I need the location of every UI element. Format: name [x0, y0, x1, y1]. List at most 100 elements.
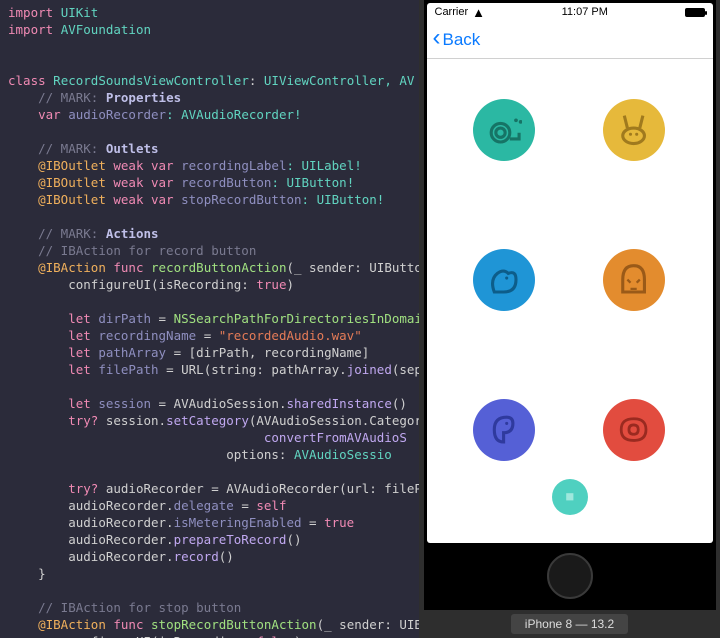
keyword: weak var — [113, 192, 173, 207]
snail-icon — [485, 111, 522, 148]
wifi-icon: ▲︎ — [472, 5, 485, 20]
brace: } — [38, 566, 46, 581]
property: isMeteringEnabled — [174, 515, 302, 530]
method: record — [174, 549, 219, 564]
keyword: let — [68, 311, 91, 326]
text: audioRecorder. — [68, 515, 173, 530]
text: audioRecorder = AVAudioRecorder(url: fil… — [98, 481, 419, 496]
keyword: try? — [68, 481, 98, 496]
keyword: let — [68, 345, 91, 360]
type: : UIButton! — [302, 192, 385, 207]
keyword: import — [8, 22, 53, 37]
keyword: let — [68, 362, 91, 377]
bool-literal: true — [256, 277, 286, 292]
effect-button-vader[interactable] — [603, 249, 665, 311]
method: convertFromAVAudioS — [264, 430, 407, 445]
type: : AVAudioRecorder! — [166, 107, 301, 122]
type: : UILabel! — [286, 158, 361, 173]
text: session. — [98, 413, 166, 428]
echo-icon — [615, 411, 652, 448]
keyword: weak var — [113, 175, 173, 190]
function-name: stopRecordButtonAction — [151, 617, 317, 632]
method: sharedInstance — [286, 396, 391, 411]
code-text: configureUI(isRecording: — [68, 277, 256, 292]
device-screen[interactable]: Carrier ▲︎ 11:07 PM ‹ Back — [427, 3, 713, 543]
type: AVAudioSessio — [286, 447, 391, 462]
keyword: var — [38, 107, 61, 122]
keyword: func — [113, 617, 143, 632]
attribute: @IBAction — [38, 260, 106, 275]
battery-icon — [685, 8, 705, 17]
text: = — [196, 328, 219, 343]
device-name-label[interactable]: iPhone 8 — 13.2 — [511, 614, 628, 634]
back-label: Back — [443, 30, 481, 50]
property: delegate — [174, 498, 234, 513]
code-editor[interactable]: import UIKit import AVFoundation class R… — [0, 0, 419, 638]
superclass: UIViewController, AV — [264, 73, 415, 88]
text: () — [286, 532, 301, 547]
squirrel-icon — [485, 261, 522, 298]
module-name: AVFoundation — [61, 22, 151, 37]
comment: // MARK: — [38, 141, 98, 156]
navigation-bar: ‹ Back — [427, 21, 713, 59]
method: prepareToRecord — [174, 532, 287, 547]
text: = [dirPath, recordingName] — [166, 345, 369, 360]
bool-literal: true — [324, 515, 354, 530]
signature: (_ sender: UIButto — [286, 260, 419, 275]
property: audioRecorder — [68, 107, 166, 122]
text: = AVAudioSession. — [151, 396, 286, 411]
function-name: recordButtonAction — [151, 260, 286, 275]
attribute: @IBAction — [38, 617, 106, 632]
keyword: let — [68, 396, 91, 411]
attribute: @IBOutlet — [38, 158, 106, 173]
text: ) — [286, 277, 294, 292]
effect-button-echo[interactable] — [603, 399, 665, 461]
text: = — [234, 498, 257, 513]
effect-button-parrot[interactable] — [473, 399, 535, 461]
method: setCategory — [166, 413, 249, 428]
var: recordingName — [98, 328, 196, 343]
text: audioRecorder. — [68, 498, 173, 513]
text: audioRecorder. — [68, 532, 173, 547]
var: filePath — [98, 362, 158, 377]
text: (AVAudioSession.Categor — [249, 413, 419, 428]
signature: (_ sender: UIButt — [317, 617, 419, 632]
text: = — [302, 515, 325, 530]
comment: // IBAction for record button — [38, 243, 256, 258]
text: (sep — [392, 362, 419, 377]
device-frame: Carrier ▲︎ 11:07 PM ‹ Back — [424, 0, 716, 610]
comment: // MARK: — [38, 226, 98, 241]
keyword: weak var — [113, 158, 173, 173]
code-text: configureUI(isRecording: — [68, 634, 256, 638]
vader-icon — [615, 261, 652, 298]
effect-button-squirrel[interactable] — [473, 249, 535, 311]
keyword: let — [68, 328, 91, 343]
outlet: recordButton — [181, 175, 271, 190]
mark-label: Properties — [106, 90, 181, 105]
status-bar: Carrier ▲︎ 11:07 PM — [427, 3, 713, 21]
keyword: func — [113, 260, 143, 275]
back-button[interactable]: ‹ Back — [433, 29, 481, 50]
label: options: — [226, 447, 286, 462]
string-literal: "recordedAudio.wav" — [219, 328, 362, 343]
mark-label: Outlets — [106, 141, 159, 156]
clock-label: 11:07 PM — [562, 6, 608, 18]
text: = — [151, 311, 174, 326]
effect-button-rabbit[interactable] — [603, 99, 665, 161]
method: joined — [347, 362, 392, 377]
outlet: stopRecordButton — [181, 192, 301, 207]
carrier-label: Carrier — [435, 6, 469, 18]
text: = URL(string: pathArray. — [159, 362, 347, 377]
attribute: @IBOutlet — [38, 192, 106, 207]
stop-button[interactable] — [552, 479, 588, 515]
text: ) — [294, 634, 302, 638]
mark-label: Actions — [106, 226, 159, 241]
module-name: UIKit — [61, 5, 99, 20]
effect-button-snail[interactable] — [473, 99, 535, 161]
keyword: import — [8, 5, 53, 20]
text: audioRecorder. — [68, 549, 173, 564]
home-button[interactable] — [547, 553, 593, 599]
outlet: recordingLabel — [181, 158, 286, 173]
parrot-icon — [485, 411, 522, 448]
rabbit-icon — [615, 111, 652, 148]
